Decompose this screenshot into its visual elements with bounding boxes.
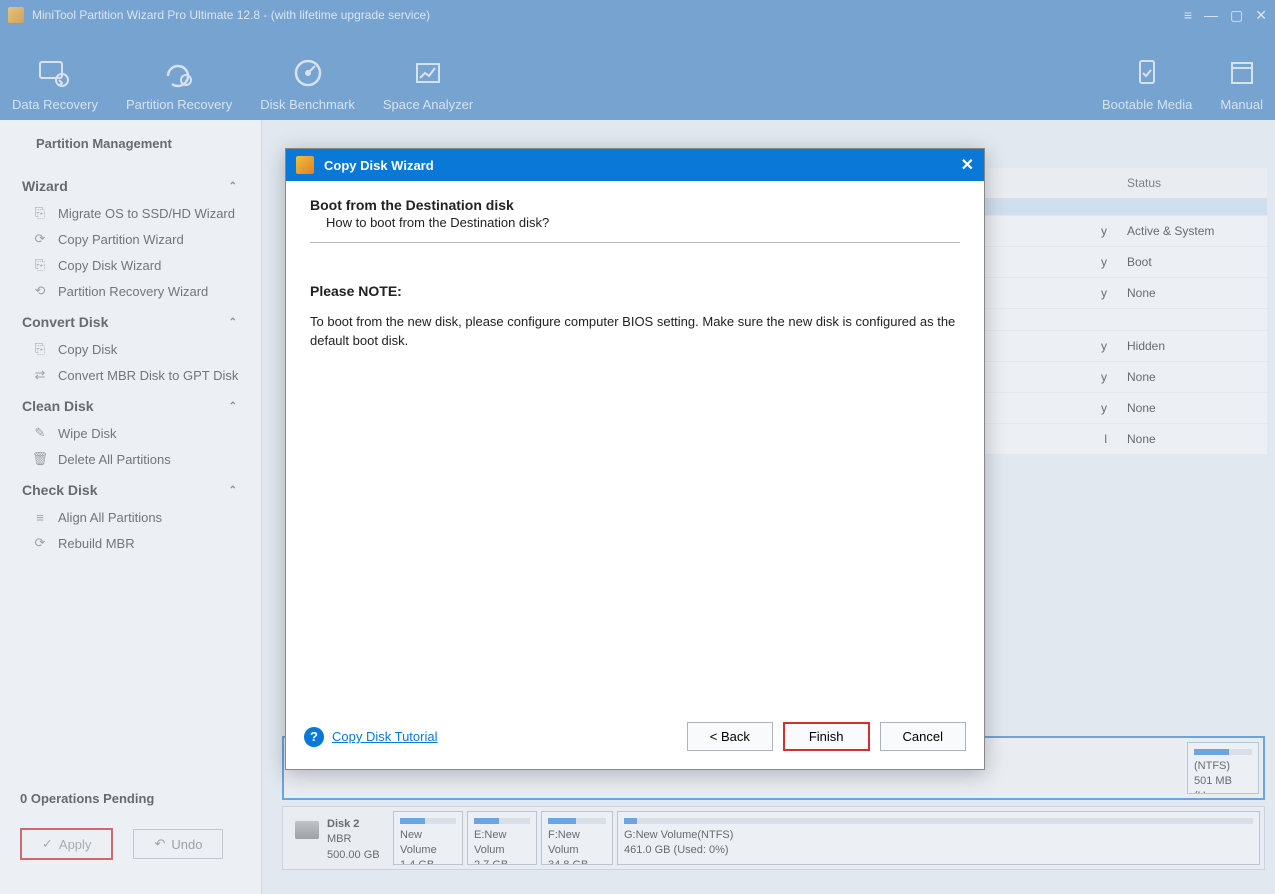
dialog-footer: ? Copy Disk Tutorial < Back Finish Cance… [286, 712, 984, 769]
apply-button[interactable]: ✓Apply [20, 828, 113, 860]
main-toolbar: Data Recovery Partition Recovery Disk Be… [0, 30, 1275, 120]
divider [310, 242, 960, 243]
sidebar-item-copy-partition[interactable]: ⟳Copy Partition Wizard [0, 226, 251, 252]
col-header-status: Status [1117, 168, 1267, 198]
disk-partition[interactable]: New Volume1.4 GB (Used [393, 811, 463, 865]
wipe-icon: ✎ [32, 425, 48, 441]
copy-disk-wizard-dialog: Copy Disk Wizard ✕ Boot from the Destina… [285, 148, 985, 770]
dialog-titlebar: Copy Disk Wizard ✕ [286, 149, 984, 181]
migrate-icon: ⎘ [32, 205, 48, 221]
sidebar-item-partition-recovery[interactable]: ⟲Partition Recovery Wizard [0, 278, 251, 304]
space-analyzer-icon [410, 55, 446, 91]
rebuild-icon: ⟳ [32, 535, 48, 551]
undo-icon: ↶ [154, 836, 165, 852]
data-recovery-button[interactable]: Data Recovery [12, 55, 98, 112]
disk-benchmark-label: Disk Benchmark [260, 97, 355, 112]
manual-button[interactable]: Manual [1220, 55, 1263, 112]
space-analyzer-button[interactable]: Space Analyzer [383, 55, 473, 112]
disk-label: Disk 2 MBR 500.00 GB [287, 811, 387, 865]
sidebar-item-align-partitions[interactable]: ≡Align All Partitions [0, 504, 251, 530]
disk-partition[interactable]: E:New Volum2.7 GB (Used [467, 811, 537, 865]
title-bar: MiniTool Partition Wizard Pro Ultimate 1… [0, 0, 1275, 30]
note-heading: Please NOTE: [310, 283, 960, 299]
disk-partition[interactable]: F:New Volum34.8 GB (Us [541, 811, 613, 865]
chevron-up-icon: ⌃ [229, 317, 237, 328]
data-recovery-icon [37, 55, 73, 91]
dialog-title: Copy Disk Wizard [324, 158, 961, 173]
back-button[interactable]: < Back [687, 722, 773, 751]
tutorial-link[interactable]: ? Copy Disk Tutorial [304, 727, 437, 747]
disk-row-2[interactable]: Disk 2 MBR 500.00 GB New Volume1.4 GB (U… [282, 806, 1265, 870]
maximize-icon[interactable]: ▢ [1230, 7, 1243, 24]
menu-icon[interactable]: ≡ [1184, 7, 1192, 23]
window-title: MiniTool Partition Wizard Pro Ultimate 1… [32, 8, 1184, 22]
copy-icon: ⎘ [32, 341, 48, 357]
bootable-media-label: Bootable Media [1102, 97, 1192, 112]
partition-recovery-button[interactable]: Partition Recovery [126, 55, 232, 112]
cancel-button[interactable]: Cancel [880, 722, 966, 751]
dialog-subheading: How to boot from the Destination disk? [326, 215, 960, 230]
sidebar-item-delete-all[interactable]: 🗑Delete All Partitions [0, 446, 251, 472]
sidebar-item-copy-disk[interactable]: ⎘Copy Disk [0, 336, 251, 362]
operations-pending: 0 Operations Pending [0, 779, 257, 818]
sidebar-item-convert-mbr-gpt[interactable]: ⇄Convert MBR Disk to GPT Disk [0, 362, 251, 388]
check-icon: ✓ [42, 836, 53, 852]
bootable-media-button[interactable]: Bootable Media [1102, 55, 1192, 112]
manual-icon [1224, 55, 1260, 91]
finish-button[interactable]: Finish [783, 722, 870, 751]
help-icon: ? [304, 727, 324, 747]
chevron-up-icon: ⌃ [229, 401, 237, 412]
tab-partition-management[interactable]: Partition Management [20, 126, 188, 161]
data-recovery-label: Data Recovery [12, 97, 98, 112]
sidebar-item-migrate-os[interactable]: ⎘Migrate OS to SSD/HD Wizard [0, 200, 251, 226]
sidebar-item-wipe-disk[interactable]: ✎Wipe Disk [0, 420, 251, 446]
sidebar-group-wizard[interactable]: Wizard⌃ [0, 168, 251, 200]
manual-label: Manual [1220, 97, 1263, 112]
dialog-body: Boot from the Destination disk How to bo… [286, 181, 984, 712]
tutorial-link-text[interactable]: Copy Disk Tutorial [332, 729, 437, 744]
wizard-icon [296, 156, 314, 174]
disk-partition[interactable]: (NTFS) 501 MB (Use [1187, 742, 1259, 794]
trash-icon: 🗑 [32, 451, 48, 467]
convert-icon: ⇄ [32, 367, 48, 383]
align-icon: ≡ [32, 509, 48, 525]
close-icon[interactable]: ✕ [1255, 7, 1267, 24]
bootable-media-icon [1129, 55, 1165, 91]
sidebar-group-check-disk[interactable]: Check Disk⌃ [0, 472, 251, 504]
undo-button[interactable]: ↶Undo [133, 829, 223, 859]
partition-recovery-label: Partition Recovery [126, 97, 232, 112]
dialog-heading: Boot from the Destination disk [310, 197, 960, 213]
copy-disk-icon: ⎘ [32, 257, 48, 273]
chevron-up-icon: ⌃ [229, 181, 237, 192]
disk-benchmark-icon [290, 55, 326, 91]
disk-benchmark-button[interactable]: Disk Benchmark [260, 55, 355, 112]
app-icon [8, 7, 24, 23]
minimize-icon[interactable]: — [1204, 7, 1218, 23]
disk-icon [295, 821, 319, 839]
sidebar-group-convert-disk[interactable]: Convert Disk⌃ [0, 304, 251, 336]
sidebar-group-clean-disk[interactable]: Clean Disk⌃ [0, 388, 251, 420]
recovery-icon: ⟲ [32, 283, 48, 299]
chevron-up-icon: ⌃ [229, 485, 237, 496]
copy-partition-icon: ⟳ [32, 231, 48, 247]
sidebar-item-rebuild-mbr[interactable]: ⟳Rebuild MBR [0, 530, 251, 556]
note-text: To boot from the new disk, please config… [310, 313, 960, 351]
sidebar-item-copy-disk-wizard[interactable]: ⎘Copy Disk Wizard [0, 252, 251, 278]
sidebar: Wizard⌃ ⎘Migrate OS to SSD/HD Wizard ⟳Co… [0, 120, 262, 894]
partition-recovery-icon [161, 55, 197, 91]
disk-partition[interactable]: G:New Volume(NTFS)461.0 GB (Used: 0%) [617, 811, 1260, 865]
space-analyzer-label: Space Analyzer [383, 97, 473, 112]
dialog-close-icon[interactable]: ✕ [961, 155, 974, 175]
